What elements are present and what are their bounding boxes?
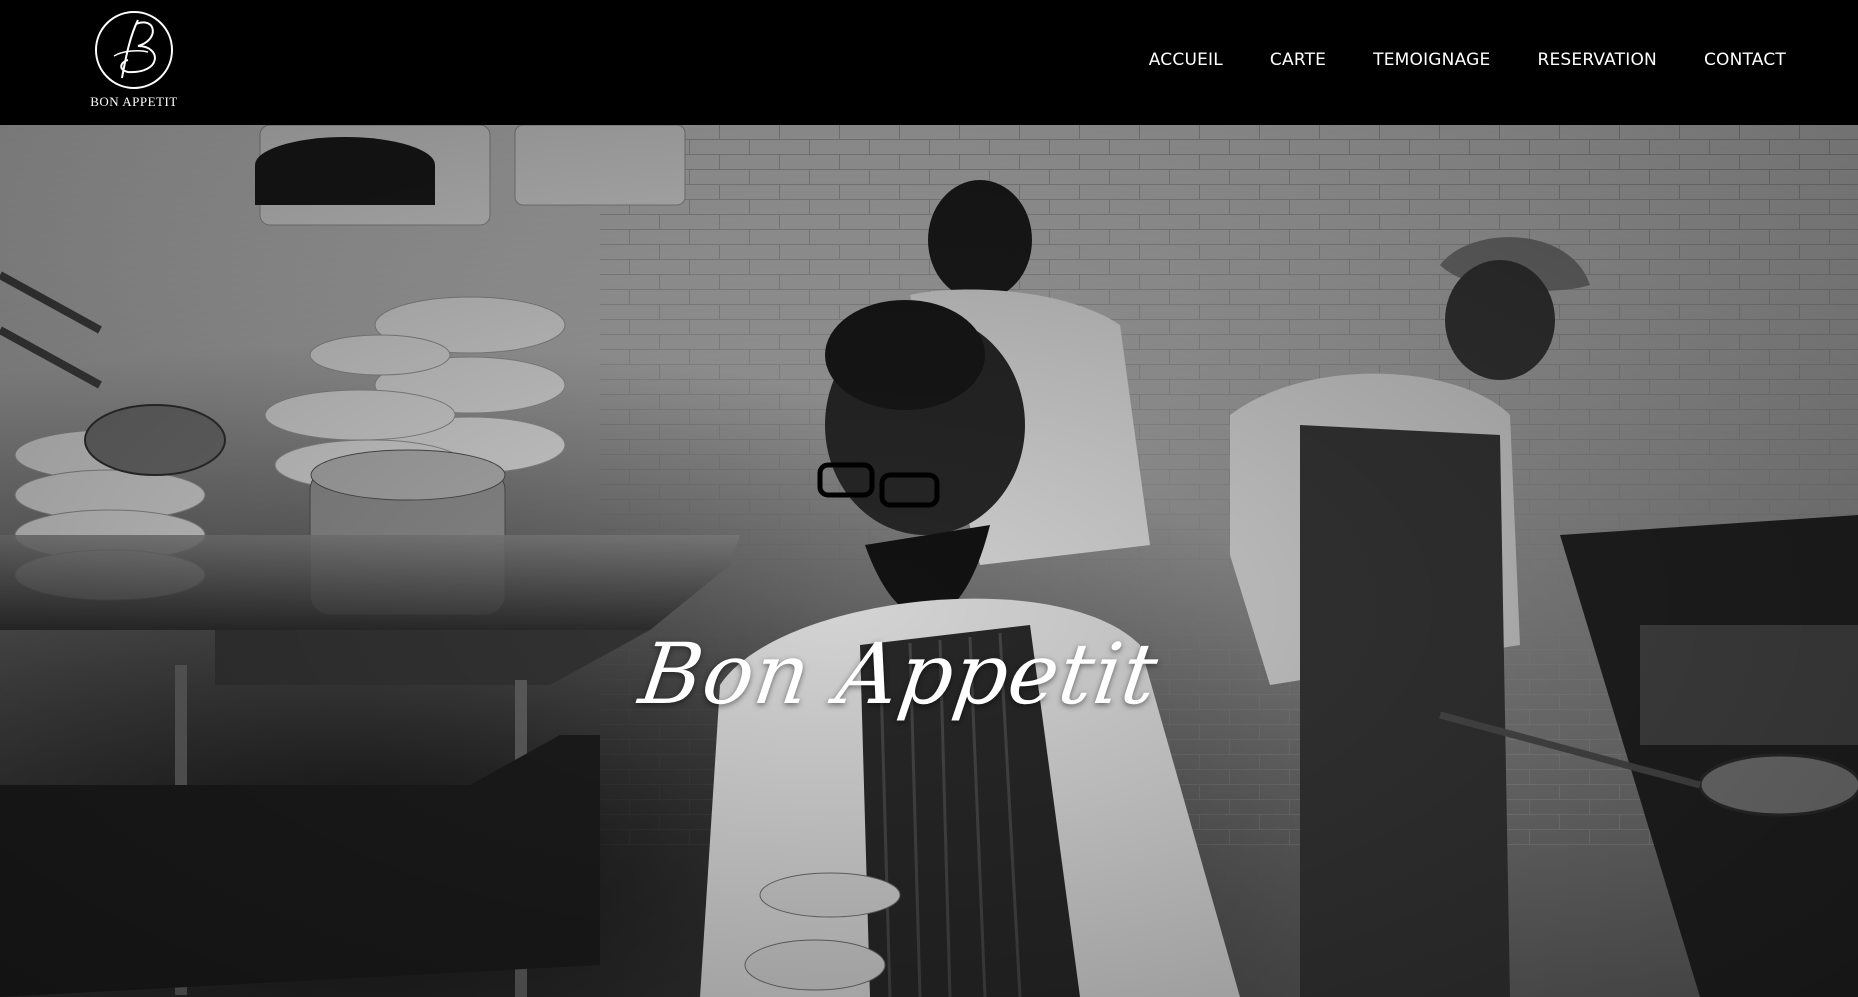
nav-item-accueil[interactable]: ACCUEIL [1149,50,1223,70]
nav-item-carte[interactable]: CARTE [1270,50,1326,70]
logo-monogram-icon [95,11,173,89]
logo-text: BON APPETIT [90,94,178,109]
nav-item-reservation[interactable]: RESERVATION [1537,50,1657,70]
hero-overlay [0,125,1858,997]
site-header: BON APPETIT ACCUEIL CARTE TEMOIGNAGE RES… [0,0,1858,125]
nav-item-contact[interactable]: CONTACT [1704,50,1786,70]
nav-item-temoignage[interactable]: TEMOIGNAGE [1373,50,1490,70]
main-nav: ACCUEIL CARTE TEMOIGNAGE RESERVATION CON… [1149,50,1786,70]
brand-logo[interactable]: BON APPETIT [84,6,184,114]
hero-title: Bon Appetit [633,625,1165,723]
hero-section: Bon Appetit [0,125,1858,997]
